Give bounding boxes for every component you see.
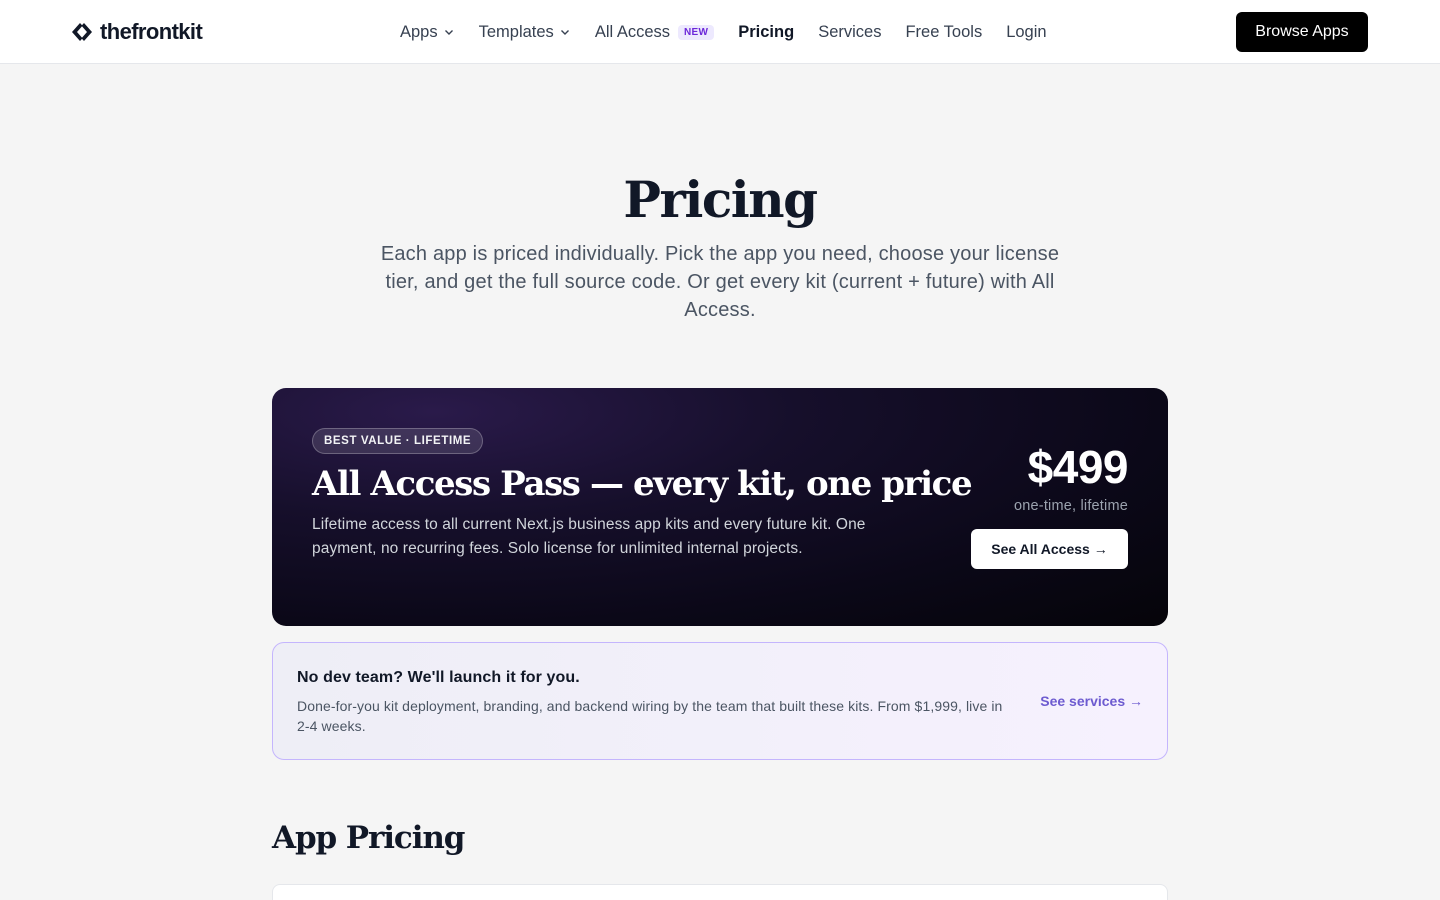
nav-item-label: Free Tools	[905, 22, 983, 41]
best-value-badge: BEST VALUE · LIFETIME	[312, 428, 484, 454]
services-banner-description: Done-for-you kit deployment, branding, a…	[297, 698, 1003, 734]
nav-item-services[interactable]: Services	[818, 23, 881, 42]
nav-item-pricing[interactable]: Pricing	[738, 23, 794, 42]
page-title: Pricing	[623, 170, 818, 229]
nav-item-label: Pricing	[738, 22, 795, 41]
nav-item-label: Apps	[400, 22, 438, 41]
services-banner: No dev team? We'll launch it for you. Do…	[272, 642, 1168, 760]
nav-item-free-tools[interactable]: Free Tools	[905, 23, 982, 42]
services-banner-title: No dev team? We'll launch it for you.	[297, 669, 580, 686]
app-pricing-table	[272, 884, 1168, 900]
nav-item-templates[interactable]: Templates	[479, 23, 571, 42]
see-all-access-button[interactable]: See All Access →	[971, 529, 1128, 569]
nav-item-label: All Access	[594, 22, 671, 41]
nav-item-label: Services	[818, 22, 882, 41]
nav-item-label: Login	[1006, 22, 1047, 41]
nav-item-all-access[interactable]: All Access NEW	[594, 22, 715, 42]
main-nav: Apps Templates All Access NEW Pricing Se…	[400, 20, 1047, 44]
all-access-card: BEST VALUE · LIFETIME All Access Pass — …	[272, 388, 1168, 626]
chevron-down-icon	[560, 30, 569, 35]
all-access-description: Lifetime access to all current Next.js b…	[312, 516, 866, 557]
nav-item-apps[interactable]: Apps	[400, 23, 455, 42]
all-access-price-note: one-time, lifetime	[1014, 498, 1128, 514]
nav-item-login[interactable]: Login	[1006, 23, 1046, 42]
chevron-down-icon	[444, 30, 453, 35]
page-subtitle: Each app is priced individually. Pick th…	[380, 243, 1060, 321]
see-services-link[interactable]: See services →	[1040, 693, 1143, 709]
logo-text: thefrontkit	[100, 19, 203, 44]
nav-item-label: Templates	[478, 22, 554, 41]
logo-icon	[72, 23, 92, 41]
new-badge: NEW	[678, 24, 715, 40]
browse-apps-button[interactable]: Browse Apps	[1236, 12, 1368, 52]
all-access-title: All Access Pass — every kit, one price	[312, 464, 973, 504]
logo[interactable]: thefrontkit	[71, 19, 203, 45]
site-header: thefrontkit Apps Templates All Access NE…	[0, 0, 1440, 64]
app-pricing-title: App Pricing	[272, 820, 465, 856]
all-access-price: $499	[1027, 441, 1129, 493]
